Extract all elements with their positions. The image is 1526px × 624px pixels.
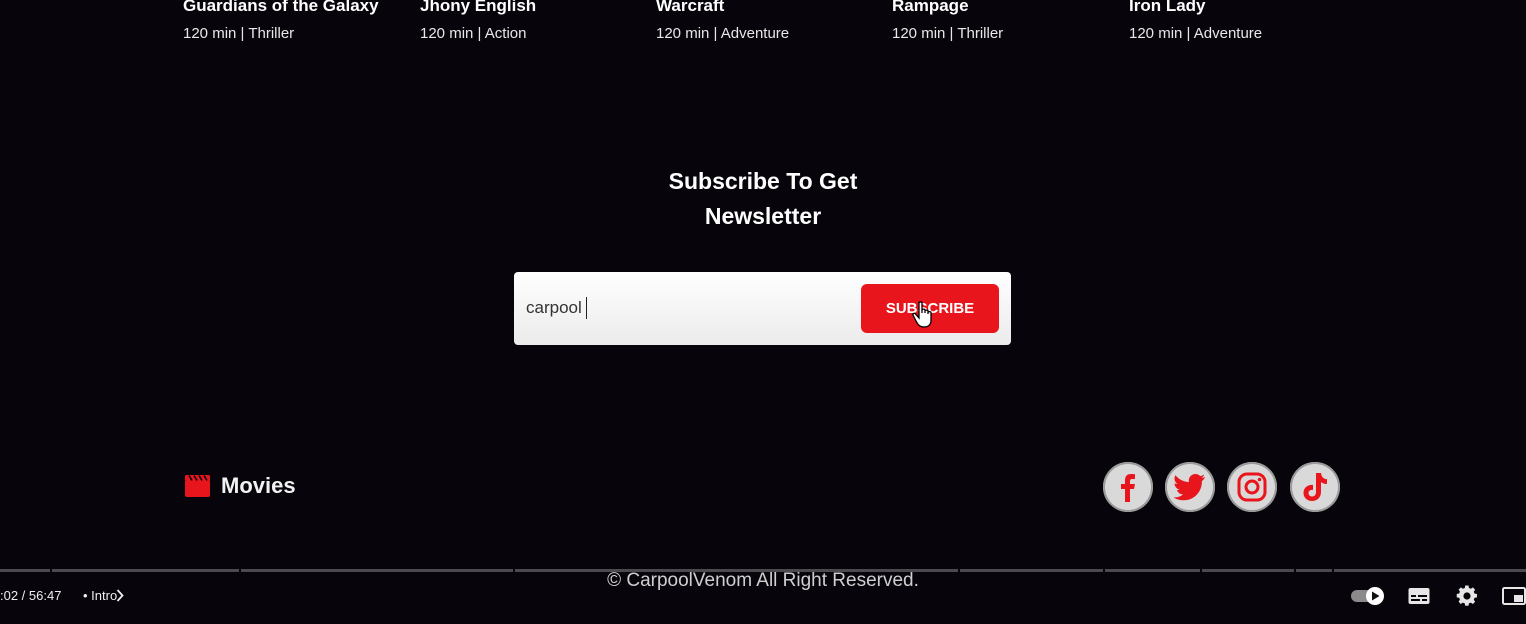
email-input[interactable] xyxy=(524,292,848,324)
newsletter-title-line1: Subscribe To Get xyxy=(668,168,858,194)
chevron-right-icon[interactable] xyxy=(116,589,124,602)
brand-label: Movies xyxy=(221,473,296,498)
movie-card[interactable]: Warcraft 120 min | Adventure xyxy=(656,0,789,43)
movie-title: Iron Lady xyxy=(1129,0,1206,15)
time-display: :02 / 56:47 xyxy=(0,588,62,603)
text-caret xyxy=(586,297,587,319)
copyright-text: © CarpoolVenom All Right Reserved. xyxy=(607,570,919,591)
movie-meta: 120 min | Action xyxy=(420,25,527,42)
footer-brand[interactable]: Movies xyxy=(184,473,296,499)
movie-meta: 120 min | Thriller xyxy=(892,25,1004,42)
clapperboard-icon xyxy=(185,475,210,497)
movie-card[interactable]: Rampage 120 min | Thriller xyxy=(892,0,1003,43)
movie-title: Jhony English xyxy=(420,0,537,15)
tiktok-button[interactable] xyxy=(1290,462,1340,512)
twitter-icon xyxy=(1174,474,1205,501)
movie-card[interactable]: Iron Lady 120 min | Adventure xyxy=(1129,0,1262,43)
subtitles-icon[interactable] xyxy=(1408,587,1430,605)
movie-title: Rampage xyxy=(892,0,969,15)
chapter-title[interactable]: • Intro xyxy=(83,588,117,603)
movie-meta: 120 min | Thriller xyxy=(183,25,295,42)
subscribe-form: SUBSCRIBE xyxy=(514,272,1011,345)
miniplayer-icon[interactable] xyxy=(1502,586,1526,606)
hand-cursor-icon xyxy=(912,301,932,328)
instagram-button[interactable] xyxy=(1227,462,1277,512)
movie-title: Warcraft xyxy=(656,0,725,15)
newsletter-title: Subscribe To Get Newsletter xyxy=(613,164,913,234)
twitter-button[interactable] xyxy=(1165,462,1215,512)
facebook-icon xyxy=(1121,474,1135,502)
movie-meta: 120 min | Adventure xyxy=(656,25,790,42)
movie-meta: 120 min | Adventure xyxy=(1129,25,1263,42)
newsletter-title-line2: Newsletter xyxy=(704,203,822,229)
settings-gear-icon[interactable] xyxy=(1456,585,1478,607)
facebook-button[interactable] xyxy=(1103,462,1153,512)
instagram-icon xyxy=(1237,472,1267,502)
movie-title: Guardians of the Galaxy xyxy=(183,0,379,15)
movie-card[interactable]: Jhony English 120 min | Action xyxy=(420,0,536,43)
autoplay-toggle-icon[interactable] xyxy=(1350,586,1386,606)
movie-card[interactable]: Guardians of the Galaxy 120 min | Thrill… xyxy=(183,0,379,43)
tiktok-icon xyxy=(1303,473,1327,501)
